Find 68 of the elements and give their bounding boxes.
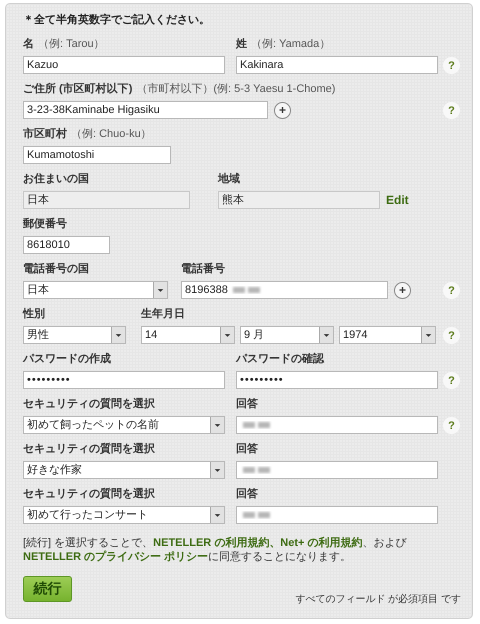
caret-icon [220,327,234,343]
password-field[interactable]: ••••••••• [23,371,225,389]
text-field[interactable] [236,506,438,524]
caret-icon [153,282,167,298]
field-label: パスワードの確認 [236,352,324,367]
help-button[interactable]: ? [443,57,460,74]
field-hint: （例: Yamada） [251,37,330,52]
caret-icon [111,327,125,343]
field-label: 郵便番号 [23,216,67,232]
field-label: 地域 [218,172,240,187]
continue-button[interactable]: 続行 [23,576,72,602]
help-button[interactable]: ? [443,102,460,119]
readonly-field[interactable]: 日本 [23,191,190,209]
field-label: 名 [23,36,34,52]
add-button[interactable]: + [394,282,411,299]
dropdown-select[interactable]: 14 [141,326,235,344]
notice-text: ＊全て半角英数字でご記入ください。 [23,12,211,28]
help-button[interactable]: ? [443,282,460,299]
help-button[interactable]: ? [443,372,460,389]
text-field[interactable]: Kazuo [23,56,225,74]
terms-text: [続行] を選択することで、NETELLER の利用規約、Net+ の利用規約、および NETELLER のプライバシー ポリシーに同意することになります。 [23,536,408,564]
field-label: 生年月日 [141,306,185,322]
dropdown-select[interactable]: 1974 [339,326,436,344]
field-label: 回答 [236,442,258,457]
dropdown-select[interactable]: 初めて行ったコンサート [23,506,225,524]
text-field[interactable]: Kumamotoshi [23,146,171,164]
field-label: お住まいの国 [23,172,89,187]
required-note: すべてのフィールド が必須項目 です [295,592,461,606]
caret-icon [421,327,435,343]
text-field[interactable]: 8196388 [181,281,388,299]
field-label: 回答 [236,487,258,502]
field-label: 電話番号 [181,262,225,277]
terms-link[interactable]: NETELLER のプライバシー ポリシー [23,551,208,563]
field-label: セキュリティの質問を選択 [23,442,155,457]
field-label: ご住所 (市区町村以下) [23,82,132,97]
dropdown-select[interactable]: 好きな作家 [23,461,225,479]
field-label: 回答 [236,397,258,412]
field-label: パスワードの作成 [23,352,111,367]
field-hint: （例: Tarou） [38,37,105,52]
text-field[interactable] [236,461,438,479]
caret-icon [210,462,224,478]
dropdown-select[interactable]: 9 月 [240,326,334,344]
field-label: 姓 [236,37,247,52]
dropdown-select[interactable]: 男性 [23,326,126,344]
text-field[interactable] [236,416,438,434]
field-label: 市区町村 [23,126,67,142]
text-field[interactable]: 3-23-38Kaminabe Higasiku [23,101,268,119]
caret-icon [210,507,224,523]
text-field[interactable]: Kakinara [236,56,438,74]
add-button[interactable]: + [274,102,291,119]
terms-link[interactable]: Net+ の利用規約 [280,537,363,549]
edit-link[interactable]: Edit [386,191,409,209]
field-label: セキュリティの質問を選択 [23,486,155,502]
field-hint: （例: Chuo-ku） [71,127,152,142]
dropdown-select[interactable]: 初めて飼ったペットの名前 [23,416,225,434]
readonly-field[interactable]: 熊本 [218,191,380,209]
field-label: 電話番号の国 [23,262,89,277]
password-field[interactable]: ••••••••• [236,371,438,389]
field-hint: （市町村以下）(例: 5-3 Yaesu 1-Chome) [136,82,336,97]
terms-link[interactable]: NETELLER の利用規約、 [153,537,280,549]
caret-icon [319,327,333,343]
help-button[interactable]: ? [443,327,460,344]
field-label: セキュリティの質問を選択 [23,396,155,412]
help-button[interactable]: ? [443,417,460,434]
dropdown-select[interactable]: 日本 [23,281,168,299]
field-label: 性別 [23,306,45,322]
caret-icon [210,417,224,433]
text-field[interactable]: 8618010 [23,236,110,254]
